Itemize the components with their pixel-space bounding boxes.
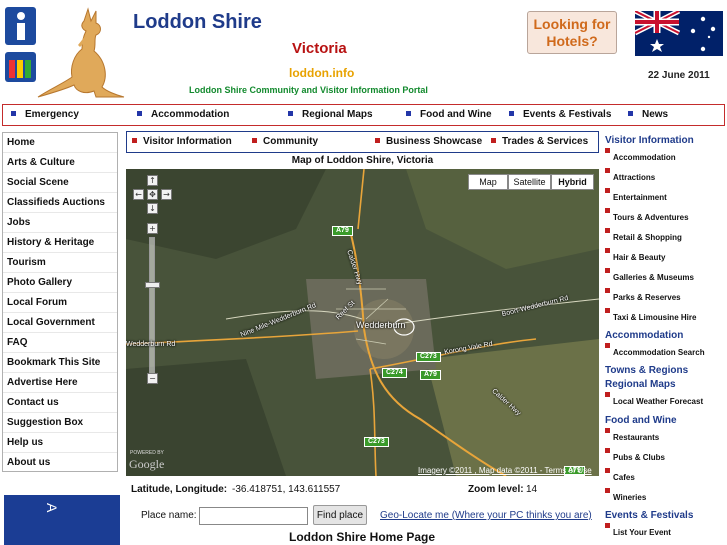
top-nav-events[interactable]: Events & Festivals	[509, 109, 611, 120]
sub-nav-community[interactable]: Community	[252, 136, 318, 147]
people-icon[interactable]	[5, 52, 36, 82]
left-nav-home[interactable]: Home	[3, 133, 117, 153]
pan-up-icon[interactable]: ↑	[147, 175, 158, 186]
left-nav-gallery[interactable]: Photo Gallery	[3, 273, 117, 293]
left-nav-help[interactable]: Help us	[3, 433, 117, 453]
right-item[interactable]: Wineries	[605, 488, 646, 502]
domain-text: loddon.info	[289, 66, 355, 80]
pan-down-icon[interactable]: ↓	[147, 203, 158, 214]
left-nav-social[interactable]: Social Scene	[3, 173, 117, 193]
left-nav-arts[interactable]: Arts & Culture	[3, 153, 117, 173]
top-nav-emergency[interactable]: Emergency	[11, 109, 79, 120]
portal-tagline: Loddon Shire Community and Visitor Infor…	[189, 85, 428, 95]
map-attribution[interactable]: Imagery ©2011 , Map data ©2011 - Terms o…	[418, 466, 592, 475]
info-icon[interactable]	[5, 7, 36, 45]
right-item[interactable]: Attractions	[605, 168, 655, 182]
top-nav-news[interactable]: News	[628, 109, 668, 120]
right-item[interactable]: Galleries & Museums	[605, 268, 694, 282]
find-place-button[interactable]: Find place	[313, 505, 367, 525]
right-item[interactable]: Local Weather Forecast	[605, 392, 703, 406]
top-nav: Emergency Accommodation Regional Maps Fo…	[2, 104, 725, 126]
zoom-slider-handle[interactable]	[145, 282, 160, 288]
geo-locate-link[interactable]: Geo-Locate me (Where your PC thinks you …	[380, 510, 592, 521]
left-nav-forum[interactable]: Local Forum	[3, 293, 117, 313]
promo-banner[interactable]: A	[4, 495, 120, 545]
promo-banner-text: A	[44, 503, 60, 513]
right-head-visitor[interactable]: Visitor Information	[605, 135, 694, 146]
left-nav-contact[interactable]: Contact us	[3, 393, 117, 413]
right-item[interactable]: Entertainment	[605, 188, 667, 202]
town-label: Wedderburn	[356, 320, 406, 330]
pan-center-icon[interactable]: ✥	[147, 189, 158, 200]
left-nav-tourism[interactable]: Tourism	[3, 253, 117, 273]
right-item[interactable]: Accommodation	[605, 148, 676, 162]
left-nav-classifieds[interactable]: Classifieds Auctions	[3, 193, 117, 213]
right-item[interactable]: Hair & Beauty	[605, 248, 665, 262]
sub-nav-trades[interactable]: Trades & Services	[491, 136, 588, 147]
latlng-label: Latitude, Longitude:	[131, 484, 228, 495]
latlng-value: -36.418751, 143.611557	[232, 484, 341, 495]
left-nav-suggestion[interactable]: Suggestion Box	[3, 413, 117, 433]
hotels-button[interactable]: Looking for Hotels?	[527, 11, 617, 54]
right-item[interactable]: List Your Event	[605, 523, 671, 537]
right-item[interactable]: Parks & Reserves	[605, 288, 681, 302]
left-sidebar: Home Arts & Culture Social Scene Classif…	[2, 132, 118, 472]
right-item[interactable]: Tours & Adventures	[605, 208, 689, 222]
state-title: Victoria	[292, 40, 347, 57]
place-name-label: Place name:	[141, 510, 197, 521]
right-item[interactable]: Accommodation Search	[605, 343, 705, 357]
sub-nav-business[interactable]: Business Showcase	[375, 136, 482, 147]
current-date: 22 June 2011	[648, 70, 710, 81]
place-name-input[interactable]	[199, 507, 308, 525]
powered-by-text: POWERED BY	[130, 450, 164, 456]
zoom-slider[interactable]	[149, 237, 155, 375]
left-nav-jobs[interactable]: Jobs	[3, 213, 117, 233]
right-head-accommodation[interactable]: Accommodation	[605, 330, 683, 341]
route-shield: C273	[364, 437, 389, 447]
right-item[interactable]: Cafes	[605, 468, 635, 482]
pan-right-icon[interactable]: →	[161, 189, 172, 200]
pan-left-icon[interactable]: ←	[133, 189, 144, 200]
left-nav-about[interactable]: About us	[3, 453, 117, 473]
sub-nav-visitor-info[interactable]: Visitor Information	[132, 136, 232, 147]
route-shield: C273	[416, 352, 441, 362]
zoom-label: Zoom level:	[468, 484, 524, 495]
map-title: Map of Loddon Shire, Victoria	[291, 155, 434, 166]
google-logo[interactable]: Google	[129, 457, 164, 472]
right-item[interactable]: Pubs & Clubs	[605, 448, 665, 462]
kangaroo-logo	[37, 7, 125, 98]
left-nav-government[interactable]: Local Government	[3, 313, 117, 333]
map-view[interactable]: Map Satellite Hybrid ↑ ← ✥ → ↓ + − Nine …	[126, 169, 599, 476]
zoom-out-icon[interactable]: −	[147, 373, 158, 384]
route-shield: A79	[420, 370, 441, 380]
zoom-value: 14	[526, 484, 538, 495]
right-head-maps[interactable]: Regional Maps	[605, 379, 676, 390]
top-nav-regional-maps[interactable]: Regional Maps	[288, 109, 373, 120]
left-nav-advertise[interactable]: Advertise Here	[3, 373, 117, 393]
right-item[interactable]: Retail & Shopping	[605, 228, 682, 242]
site-title[interactable]: Loddon Shire	[133, 11, 262, 34]
right-head-food[interactable]: Food and Wine	[605, 415, 677, 426]
right-item[interactable]: Restaurants	[605, 428, 659, 442]
map-type-hybrid[interactable]: Hybrid	[551, 174, 594, 190]
left-nav-history[interactable]: History & Heritage	[3, 233, 117, 253]
left-nav-faq[interactable]: FAQ	[3, 333, 117, 353]
sub-nav: Visitor Information Community Business S…	[126, 131, 599, 153]
right-head-events[interactable]: Events & Festivals	[605, 510, 693, 521]
map-type-satellite[interactable]: Satellite	[508, 174, 551, 190]
right-head-towns[interactable]: Towns & Regions	[605, 365, 688, 376]
right-item[interactable]: Taxi & Limousine Hire	[605, 308, 696, 322]
top-nav-food-wine[interactable]: Food and Wine	[406, 109, 492, 120]
home-heading: Loddon Shire Home Page	[289, 530, 436, 544]
zoom-in-icon[interactable]: +	[147, 223, 158, 234]
road-label: Wedderburn Rd	[126, 341, 176, 348]
route-shield: A79	[332, 226, 353, 236]
australian-flag-icon	[635, 11, 723, 56]
left-nav-bookmark[interactable]: Bookmark This Site	[3, 353, 117, 373]
top-nav-accommodation[interactable]: Accommodation	[137, 109, 229, 120]
route-shield: C274	[382, 368, 407, 378]
map-type-map[interactable]: Map	[468, 174, 508, 190]
